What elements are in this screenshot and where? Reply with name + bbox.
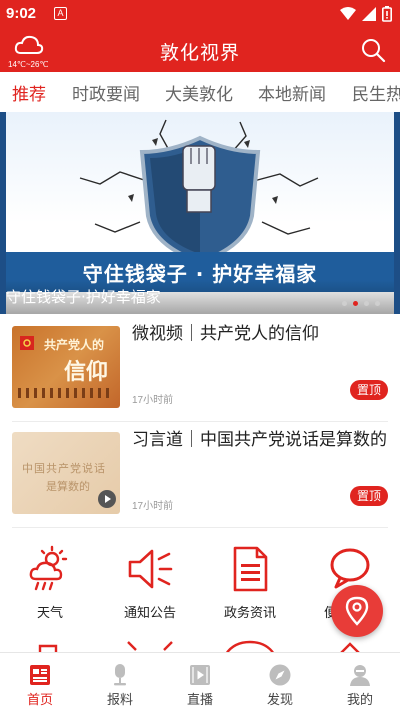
play-video-icon [190,665,210,685]
app-header: 14℃~26℃ 敦化视界 [0,28,400,72]
status-bar: 9:02 A [0,0,400,28]
service-label: 天气 [36,606,63,621]
news-title: 习言道｜中国共产党说话是算数的 [132,430,387,450]
service-label: 政务资讯 [223,606,276,621]
nav-report[interactable]: 报料 [80,653,160,712]
service-notices[interactable]: 通知公告 [110,545,190,637]
wifi-icon [340,7,356,20]
service-gov-news[interactable]: 政务资讯 [210,545,290,637]
news-time: 17小时前 [132,501,174,512]
tab-politics[interactable]: 时政要闻 [72,80,140,105]
news-thumbnail: 中国共产党说话 是算数的 [12,432,120,514]
service-weather[interactable]: 天气 [10,545,90,637]
banner-caption: 守住钱袋子·护好幸福家 [6,288,161,306]
tab-local-news[interactable]: 本地新闻 [258,80,326,105]
search-button[interactable] [360,37,386,63]
nav-label: 首页 [26,693,53,708]
search-icon [362,39,386,63]
play-button[interactable] [98,490,116,508]
news-item[interactable]: 中国共产党说话 是算数的 习言道｜中国共产党说话是算数的 17小时前 置顶 [12,426,388,528]
notification-icon: A [54,7,67,20]
thumbnail-figures [18,388,114,398]
compass-icon [269,664,291,686]
app-title: 敦化视界 [159,42,240,64]
status-time: 9:02 [6,5,37,22]
nav-live[interactable]: 直播 [160,653,240,712]
document-icon [233,546,268,592]
news-thumbnail: 共产党人的 信仰 [12,326,120,408]
tab-beautiful-dunhua[interactable]: 大美敦化 [165,80,233,105]
thumbnail-text: 是算数的 [46,480,90,493]
play-icon [105,495,111,503]
nav-label: 我的 [346,693,373,708]
bottom-navigation: 首页 报料 直播 发现 我的 [0,652,400,712]
news-time: 17小时前 [132,395,174,406]
news-item[interactable]: 共产党人的 信仰 微视频｜共产党人的信仰 17小时前 置顶 [12,320,388,422]
battery-icon [382,6,392,22]
carousel-dot[interactable] [375,301,380,306]
banner-carousel[interactable]: 守住钱袋子 · 护好幸福家 守住钱袋子·护好幸福家 [0,112,400,314]
location-pin-icon [345,596,369,626]
carousel-dot[interactable] [364,301,369,306]
carousel-dot[interactable] [342,301,347,306]
party-emblem-icon [20,336,34,350]
tab-recommended[interactable]: 推荐 [12,80,46,105]
nav-label: 直播 [186,693,213,708]
nav-label: 报料 [106,693,133,708]
carousel-dot-active[interactable] [353,301,358,306]
user-icon [350,665,370,686]
carousel-indicator [342,301,380,306]
megaphone-icon [128,549,173,589]
thumbnail-text: 共产党人的 [44,338,105,352]
nav-home[interactable]: 首页 [0,653,80,712]
nav-discover[interactable]: 发现 [240,653,320,712]
status-icons [340,5,392,23]
pinned-badge: 置顶 [350,486,388,506]
thumbnail-text-large: 信仰 [64,360,109,385]
news-title: 微视频｜共产党人的信仰 [132,324,319,344]
service-label: 通知公告 [123,606,176,621]
tab-livelihood[interactable]: 民生热 [352,80,400,105]
signal-icon [362,7,376,21]
nav-label: 发现 [266,693,293,708]
microphone-icon [114,664,126,686]
nav-profile[interactable]: 我的 [320,653,400,712]
pinned-badge: 置顶 [350,380,388,400]
weather-icon [29,545,68,591]
location-fab[interactable] [331,585,383,637]
home-news-icon [30,665,50,685]
category-tabs: 推荐 时政要闻 大美敦化 本地新闻 民生热 [0,72,400,112]
thumbnail-text: 中国共产党说话 [22,462,106,475]
